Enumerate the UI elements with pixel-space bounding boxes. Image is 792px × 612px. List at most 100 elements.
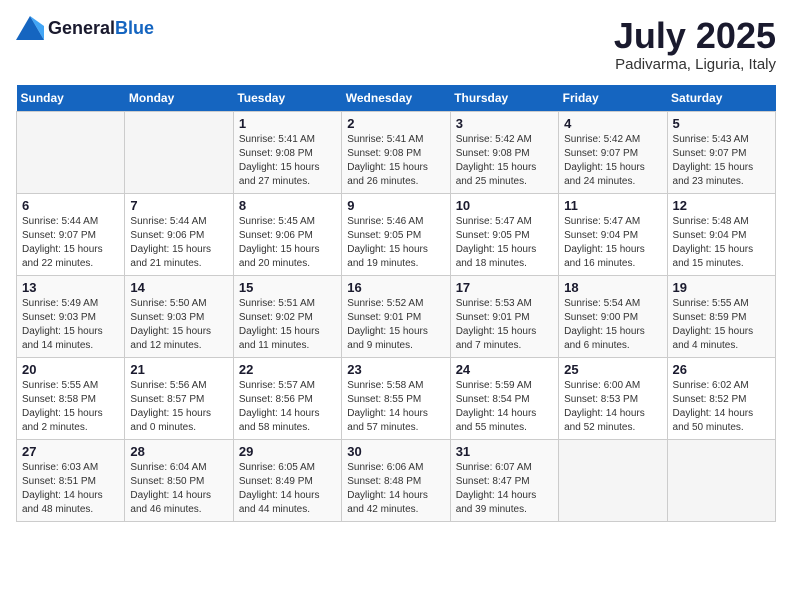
day-info: Sunrise: 5:51 AM Sunset: 9:02 PM Dayligh… <box>239 297 336 353</box>
day-info: Sunrise: 5:55 AM Sunset: 8:59 PM Dayligh… <box>673 297 770 353</box>
page-header: General Blue July 2025 Padivarma, Liguri… <box>16 16 776 73</box>
location-subtitle: Padivarma, Liguria, Italy <box>614 56 776 73</box>
calendar-cell: 12 Sunrise: 5:48 AM Sunset: 9:04 PM Dayli… <box>667 193 775 275</box>
logo-blue: Blue <box>115 18 154 39</box>
calendar-cell: 1Sunrise: 5:41 AM Sunset: 9:08 PM Daylig… <box>233 111 341 193</box>
calendar-cell: 26 Sunrise: 6:02 AM Sunset: 8:52 PM Dayli… <box>667 357 775 439</box>
day-number: 12 <box>673 198 770 213</box>
calendar-week-row: 20 Sunrise: 5:55 AM Sunset: 8:58 PM Dayli… <box>17 357 776 439</box>
day-number: 4 <box>564 116 661 131</box>
logo: General Blue <box>16 16 154 40</box>
calendar-cell <box>125 111 233 193</box>
calendar-cell: 5 Sunrise: 5:43 AM Sunset: 9:07 PM Daylig… <box>667 111 775 193</box>
day-number: 7 <box>130 198 227 213</box>
day-info: Sunrise: 5:46 AM Sunset: 9:05 PM Dayligh… <box>347 215 444 271</box>
day-number: 21 <box>130 362 227 377</box>
calendar-week-row: 6 Sunrise: 5:44 AM Sunset: 9:07 PM Daylig… <box>17 193 776 275</box>
day-number: 25 <box>564 362 661 377</box>
day-info: Sunrise: 6:07 AM Sunset: 8:47 PM Dayligh… <box>456 461 553 517</box>
day-number: 2 <box>347 116 444 131</box>
day-info: Sunrise: 5:43 AM Sunset: 9:07 PM Dayligh… <box>673 133 770 189</box>
day-info: Sunrise: 6:06 AM Sunset: 8:48 PM Dayligh… <box>347 461 444 517</box>
calendar-cell <box>17 111 125 193</box>
day-number: 15 <box>239 280 336 295</box>
calendar-cell: 21 Sunrise: 5:56 AM Sunset: 8:57 PM Dayli… <box>125 357 233 439</box>
day-number: 28 <box>130 444 227 459</box>
day-info: Sunrise: 5:56 AM Sunset: 8:57 PM Dayligh… <box>130 379 227 435</box>
header-wednesday: Wednesday <box>342 85 450 112</box>
month-title: July 2025 <box>614 16 776 56</box>
day-number: 16 <box>347 280 444 295</box>
day-number: 5 <box>673 116 770 131</box>
day-number: 14 <box>130 280 227 295</box>
day-info: Sunrise: 5:44 AM Sunset: 9:07 PM Dayligh… <box>22 215 119 271</box>
calendar-week-row: 27Sunrise: 6:03 AM Sunset: 8:51 PM Dayli… <box>17 439 776 521</box>
calendar-cell: 22Sunrise: 5:57 AM Sunset: 8:56 PM Dayli… <box>233 357 341 439</box>
day-number: 30 <box>347 444 444 459</box>
day-info: Sunrise: 6:00 AM Sunset: 8:53 PM Dayligh… <box>564 379 661 435</box>
calendar-cell: 2Sunrise: 5:41 AM Sunset: 9:08 PM Daylig… <box>342 111 450 193</box>
calendar-cell: 27Sunrise: 6:03 AM Sunset: 8:51 PM Dayli… <box>17 439 125 521</box>
calendar-cell: 30 Sunrise: 6:06 AM Sunset: 8:48 PM Dayli… <box>342 439 450 521</box>
day-info: Sunrise: 5:45 AM Sunset: 9:06 PM Dayligh… <box>239 215 336 271</box>
day-info: Sunrise: 5:41 AM Sunset: 9:08 PM Dayligh… <box>239 133 336 189</box>
header-tuesday: Tuesday <box>233 85 341 112</box>
calendar-cell: 8Sunrise: 5:45 AM Sunset: 9:06 PM Daylig… <box>233 193 341 275</box>
calendar-cell: 20 Sunrise: 5:55 AM Sunset: 8:58 PM Dayli… <box>17 357 125 439</box>
calendar-cell: 3 Sunrise: 5:42 AM Sunset: 9:08 PM Daylig… <box>450 111 558 193</box>
logo-icon <box>16 16 44 40</box>
calendar-cell: 24Sunrise: 5:59 AM Sunset: 8:54 PM Dayli… <box>450 357 558 439</box>
day-number: 26 <box>673 362 770 377</box>
calendar-cell: 28 Sunrise: 6:04 AM Sunset: 8:50 PM Dayli… <box>125 439 233 521</box>
calendar-cell <box>667 439 775 521</box>
header-sunday: Sunday <box>17 85 125 112</box>
weekday-header-row: Sunday Monday Tuesday Wednesday Thursday… <box>17 85 776 112</box>
day-number: 19 <box>673 280 770 295</box>
calendar-week-row: 1Sunrise: 5:41 AM Sunset: 9:08 PM Daylig… <box>17 111 776 193</box>
day-info: Sunrise: 5:47 AM Sunset: 9:04 PM Dayligh… <box>564 215 661 271</box>
day-number: 9 <box>347 198 444 213</box>
day-number: 22 <box>239 362 336 377</box>
day-number: 11 <box>564 198 661 213</box>
day-info: Sunrise: 6:02 AM Sunset: 8:52 PM Dayligh… <box>673 379 770 435</box>
calendar-cell: 10 Sunrise: 5:47 AM Sunset: 9:05 PM Dayli… <box>450 193 558 275</box>
day-number: 20 <box>22 362 119 377</box>
day-number: 27 <box>22 444 119 459</box>
day-info: Sunrise: 5:53 AM Sunset: 9:01 PM Dayligh… <box>456 297 553 353</box>
day-info: Sunrise: 5:44 AM Sunset: 9:06 PM Dayligh… <box>130 215 227 271</box>
calendar-cell: 31Sunrise: 6:07 AM Sunset: 8:47 PM Dayli… <box>450 439 558 521</box>
day-info: Sunrise: 5:59 AM Sunset: 8:54 PM Dayligh… <box>456 379 553 435</box>
calendar-cell: 14Sunrise: 5:50 AM Sunset: 9:03 PM Dayli… <box>125 275 233 357</box>
day-info: Sunrise: 5:58 AM Sunset: 8:55 PM Dayligh… <box>347 379 444 435</box>
day-info: Sunrise: 5:48 AM Sunset: 9:04 PM Dayligh… <box>673 215 770 271</box>
day-info: Sunrise: 5:54 AM Sunset: 9:00 PM Dayligh… <box>564 297 661 353</box>
calendar-cell: 11 Sunrise: 5:47 AM Sunset: 9:04 PM Dayli… <box>559 193 667 275</box>
day-number: 3 <box>456 116 553 131</box>
calendar-week-row: 13Sunrise: 5:49 AM Sunset: 9:03 PM Dayli… <box>17 275 776 357</box>
calendar-cell: 6 Sunrise: 5:44 AM Sunset: 9:07 PM Daylig… <box>17 193 125 275</box>
day-number: 10 <box>456 198 553 213</box>
day-info: Sunrise: 5:42 AM Sunset: 9:07 PM Dayligh… <box>564 133 661 189</box>
calendar-cell: 18 Sunrise: 5:54 AM Sunset: 9:00 PM Dayli… <box>559 275 667 357</box>
calendar-cell: 9 Sunrise: 5:46 AM Sunset: 9:05 PM Daylig… <box>342 193 450 275</box>
header-friday: Friday <box>559 85 667 112</box>
calendar-cell: 4 Sunrise: 5:42 AM Sunset: 9:07 PM Daylig… <box>559 111 667 193</box>
day-info: Sunrise: 5:52 AM Sunset: 9:01 PM Dayligh… <box>347 297 444 353</box>
calendar-cell: 23 Sunrise: 5:58 AM Sunset: 8:55 PM Dayli… <box>342 357 450 439</box>
calendar-cell: 16 Sunrise: 5:52 AM Sunset: 9:01 PM Dayli… <box>342 275 450 357</box>
calendar-cell: 13Sunrise: 5:49 AM Sunset: 9:03 PM Dayli… <box>17 275 125 357</box>
day-number: 13 <box>22 280 119 295</box>
day-number: 18 <box>564 280 661 295</box>
day-info: Sunrise: 5:47 AM Sunset: 9:05 PM Dayligh… <box>456 215 553 271</box>
logo-general: General <box>48 18 115 39</box>
calendar-cell: 29 Sunrise: 6:05 AM Sunset: 8:49 PM Dayli… <box>233 439 341 521</box>
day-number: 6 <box>22 198 119 213</box>
calendar-cell: 15 Sunrise: 5:51 AM Sunset: 9:02 PM Dayli… <box>233 275 341 357</box>
day-info: Sunrise: 6:05 AM Sunset: 8:49 PM Dayligh… <box>239 461 336 517</box>
day-info: Sunrise: 5:42 AM Sunset: 9:08 PM Dayligh… <box>456 133 553 189</box>
day-info: Sunrise: 5:55 AM Sunset: 8:58 PM Dayligh… <box>22 379 119 435</box>
day-number: 23 <box>347 362 444 377</box>
calendar-cell: 17Sunrise: 5:53 AM Sunset: 9:01 PM Dayli… <box>450 275 558 357</box>
day-info: Sunrise: 6:04 AM Sunset: 8:50 PM Dayligh… <box>130 461 227 517</box>
day-number: 29 <box>239 444 336 459</box>
